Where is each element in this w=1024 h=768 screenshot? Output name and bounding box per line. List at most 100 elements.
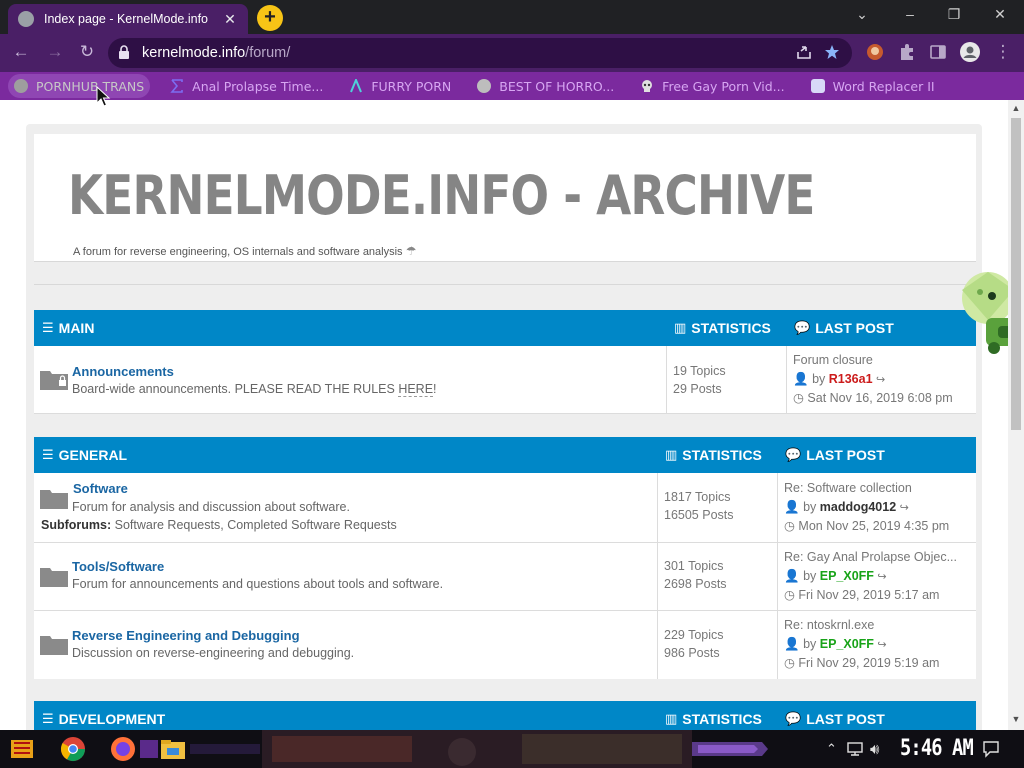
last-post-author[interactable]: EP_X0FF — [820, 569, 874, 583]
tab-active[interactable]: Index page - KernelMode.info ✕ — [8, 4, 248, 34]
forum-last-post: Re: Software collection 👤 by maddog4012 … — [777, 473, 976, 542]
forum-title[interactable]: Reverse Engineering and Debugging — [72, 628, 300, 643]
list-icon: ☰ — [42, 447, 54, 462]
forum-title[interactable]: Tools/Software — [72, 559, 164, 574]
bookmark-item[interactable]: BEST OF HORRO... — [471, 74, 620, 98]
tray-overflow-icon[interactable]: ⌃ — [826, 741, 837, 757]
last-post-date: Mon Nov 25, 2019 4:35 pm — [798, 519, 950, 533]
share-icon[interactable] — [796, 44, 812, 64]
windows-taskbar: ⌃ 🔊︎ 5:46 AM — [0, 730, 1024, 768]
bookmark-item[interactable]: Anal Prolapse Time... — [164, 74, 329, 98]
extension-avatar-icon[interactable] — [866, 43, 884, 61]
bookmark-item[interactable]: Word Replacer II — [805, 74, 941, 98]
site-title[interactable]: KERNELMODE.INFO - ARCHIVE — [68, 164, 815, 227]
start-button-icon[interactable] — [8, 734, 38, 764]
goto-post-icon[interactable]: ↪ — [900, 502, 909, 514]
url-host: kernelmode.info — [142, 45, 246, 61]
folder-locked-icon — [40, 371, 68, 390]
subforum-link[interactable]: Software Requests — [115, 518, 221, 532]
scroll-down-icon[interactable]: ▼ — [1011, 714, 1021, 724]
page-scrollbar[interactable]: ▲ ▼ — [1008, 100, 1024, 730]
comments-icon: 💬 — [785, 447, 802, 462]
statistics-label: STATISTICS — [682, 447, 762, 463]
extensions-puzzle-icon[interactable] — [898, 43, 916, 61]
category-name: GENERAL — [58, 447, 128, 463]
category-name: DEVELOPMENT — [58, 711, 166, 727]
last-post-title[interactable]: Forum closure — [793, 351, 977, 370]
tab-search-icon[interactable]: ⌄ — [852, 6, 872, 23]
taskbar-decoration — [140, 740, 158, 758]
tab-title: Index page - KernelMode.info — [44, 12, 208, 26]
taskbar-clock[interactable]: 5:46 AM — [900, 736, 974, 761]
taskbar-decoration — [190, 744, 260, 754]
network-icon[interactable] — [846, 741, 864, 757]
firefox-app-icon[interactable] — [108, 734, 138, 764]
word-replacer-icon — [810, 79, 825, 93]
last-post-header: 💬 LAST POST — [785, 711, 885, 727]
goto-post-icon[interactable]: ↪ — [876, 374, 885, 386]
bookmark-star-icon[interactable] — [824, 44, 840, 64]
category-development: ☰ DEVELOPMENT ▥ STATISTICS 💬 LAST POST — [34, 701, 976, 730]
topic-count: 229 Topics — [664, 628, 724, 642]
notifications-icon[interactable] — [982, 740, 1000, 758]
goto-post-icon[interactable]: ↪ — [877, 571, 886, 583]
forum-description-end: ! — [433, 382, 437, 396]
new-tab-button[interactable]: + — [257, 5, 283, 31]
chrome-app-icon[interactable] — [58, 734, 88, 764]
back-icon[interactable]: ← — [10, 42, 32, 62]
bookmark-item[interactable]: Free Gay Porn Vid... — [634, 74, 790, 98]
restore-icon[interactable]: ❐ — [944, 6, 964, 23]
subforums-label: Subforums: — [41, 518, 112, 532]
last-post-author[interactable]: R136a1 — [829, 372, 873, 386]
last-post-date: Fri Nov 29, 2019 5:17 am — [798, 588, 940, 602]
globe-icon — [18, 11, 34, 27]
forum-description-text: Board-wide announcements. PLEASE READ TH… — [72, 382, 399, 396]
profile-icon[interactable] — [960, 42, 980, 62]
url-path: /forum/ — [245, 45, 291, 61]
taskbar-decoration — [692, 742, 768, 756]
reload-icon[interactable]: ↻ — [76, 42, 98, 62]
last-post-author[interactable]: maddog4012 — [820, 500, 896, 514]
last-post-author[interactable]: EP_X0FF — [820, 637, 874, 651]
last-post-date: Sat Nov 16, 2019 6:08 pm — [807, 391, 953, 405]
forward-icon[interactable]: → — [44, 42, 66, 62]
clock-icon: ◷ — [784, 656, 795, 670]
list-icon: ☰ — [42, 320, 54, 335]
forum-title[interactable]: Software — [73, 481, 128, 496]
last-post-title[interactable]: Re: Software collection — [784, 479, 968, 498]
scroll-up-icon[interactable]: ▲ — [1011, 103, 1021, 113]
volume-icon[interactable]: 🔊︎ — [870, 741, 879, 758]
file-explorer-icon[interactable] — [158, 734, 188, 764]
address-bar[interactable]: kernelmode.info/forum/ — [108, 38, 852, 68]
forum-row: Tools/Software Forum for announcements a… — [34, 543, 976, 611]
subforums: Subforums: Software Requests, Completed … — [41, 518, 397, 532]
header-divider — [34, 284, 976, 285]
menu-kebab-icon[interactable]: ⋮ — [992, 42, 1014, 62]
close-window-icon[interactable]: ✕ — [990, 6, 1010, 23]
category-header: ☰ MAIN ▥ STATISTICS 💬 LAST POST — [34, 310, 976, 346]
last-post-date: Fri Nov 29, 2019 5:19 am — [798, 656, 940, 670]
rules-link[interactable]: HERE — [398, 382, 434, 397]
category-title[interactable]: ☰ GENERAL — [42, 447, 127, 463]
bookmark-label: PORNHUB TRANS — [36, 78, 145, 94]
statistics-header: ▥ STATISTICS — [674, 320, 771, 336]
site-description: A forum for reverse engineering, OS inte… — [73, 244, 416, 258]
close-tab-icon[interactable]: ✕ — [222, 11, 238, 28]
minimize-icon[interactable]: – — [900, 6, 920, 22]
last-post-title[interactable]: Re: Gay Anal Prolapse Objec... — [784, 548, 968, 567]
forum-row: Announcements Board-wide announcements. … — [34, 346, 976, 414]
category-title[interactable]: ☰ MAIN — [42, 320, 94, 336]
goto-post-icon[interactable]: ↪ — [877, 639, 886, 651]
bookmark-item[interactable]: FURRY PORN — [343, 74, 457, 98]
bookmark-item[interactable]: PORNHUB TRANS — [8, 74, 151, 98]
bookmark-label: Anal Prolapse Time... — [192, 78, 324, 94]
scrollbar-thumb[interactable] — [1011, 118, 1021, 430]
last-post-title[interactable]: Re: ntoskrnl.exe — [784, 616, 968, 635]
topic-count: 1817 Topics — [664, 490, 731, 504]
forum-title[interactable]: Announcements — [72, 364, 174, 379]
category-title[interactable]: ☰ DEVELOPMENT — [42, 711, 165, 727]
side-panel-icon[interactable] — [929, 43, 947, 61]
bookmark-label: Free Gay Porn Vid... — [662, 78, 785, 94]
subforum-link[interactable]: Completed Software Requests — [227, 518, 397, 532]
by-label: by — [803, 499, 817, 514]
